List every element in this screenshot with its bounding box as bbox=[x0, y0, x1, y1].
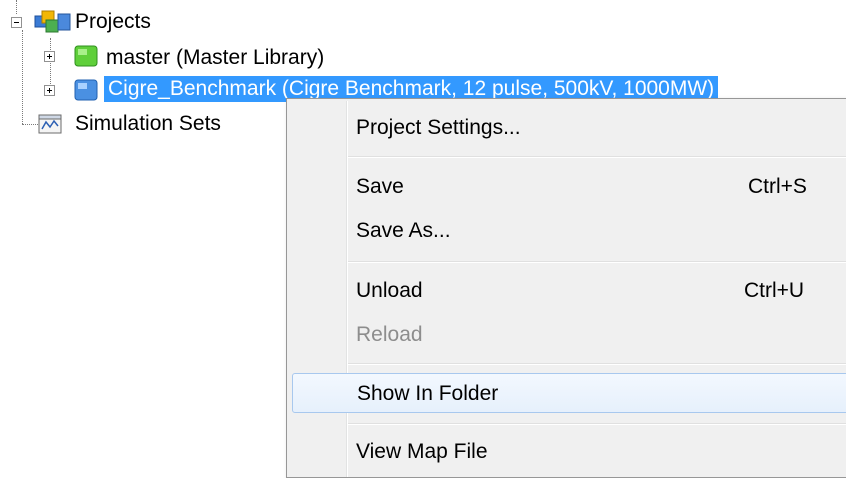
context-menu: Project Settings... Save Ctrl+S Save As.… bbox=[286, 98, 846, 478]
menu-item-shortcut: Ctrl+U bbox=[744, 279, 805, 302]
master-expand-toggle[interactable] bbox=[44, 51, 55, 62]
menu-item-save-as[interactable]: Save As... bbox=[291, 211, 846, 251]
projects-icon bbox=[34, 10, 72, 39]
simulation-sets-icon bbox=[38, 113, 64, 142]
menu-item-label: View Map File bbox=[356, 440, 488, 463]
menu-item-label: Show In Folder bbox=[357, 382, 499, 405]
menu-item-reload[interactable]: Reload bbox=[291, 315, 846, 355]
menu-item-project-settings[interactable]: Project Settings... bbox=[291, 108, 846, 148]
menu-item-shortcut: Ctrl+S bbox=[748, 175, 807, 198]
menu-item-label: Unload bbox=[356, 279, 423, 302]
menu-item-save[interactable]: Save Ctrl+S bbox=[291, 167, 846, 207]
tree-item-simulation-sets[interactable]: Simulation Sets bbox=[75, 111, 221, 137]
cigre-expand-toggle[interactable] bbox=[44, 85, 55, 96]
menu-item-label: Project Settings... bbox=[356, 116, 521, 139]
tree-connector bbox=[22, 30, 23, 124]
menu-item-view-map-file[interactable]: View Map File bbox=[291, 432, 846, 472]
tree-item-master[interactable]: master (Master Library) bbox=[106, 45, 324, 71]
tree-connector bbox=[50, 38, 51, 92]
library-icon bbox=[72, 43, 102, 74]
menu-item-label: Save As... bbox=[356, 219, 451, 242]
menu-separator bbox=[348, 363, 846, 365]
menu-separator bbox=[348, 423, 846, 425]
tree-connector bbox=[22, 124, 38, 125]
menu-item-unload[interactable]: Unload Ctrl+U bbox=[291, 271, 846, 311]
projects-root-label[interactable]: Projects bbox=[75, 9, 151, 35]
menu-item-show-in-folder[interactable]: Show In Folder bbox=[292, 373, 846, 413]
project-icon bbox=[72, 77, 102, 108]
menu-item-label: Reload bbox=[356, 323, 423, 346]
menu-separator bbox=[348, 156, 846, 158]
menu-item-label: Save bbox=[356, 175, 404, 198]
menu-separator bbox=[348, 261, 846, 263]
projects-collapse-toggle[interactable] bbox=[11, 17, 22, 28]
tree-connector bbox=[16, 0, 17, 14]
